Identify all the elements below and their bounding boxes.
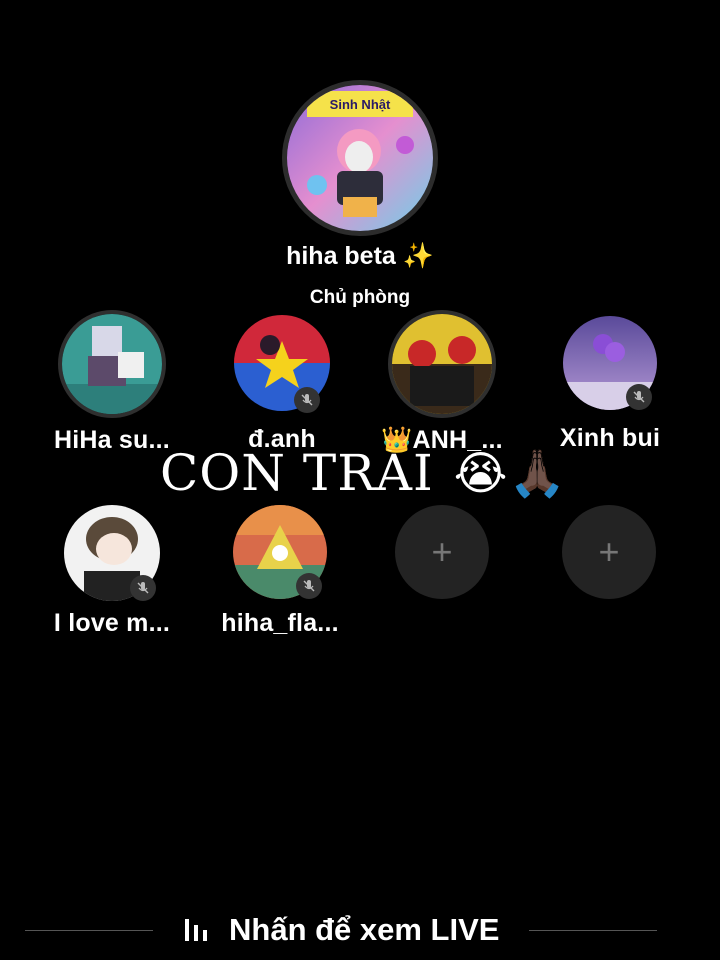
seat-avatar[interactable]	[388, 310, 496, 418]
host-name: hiha beta ✨	[286, 242, 434, 270]
seat-3[interactable]: 👑ANH_...	[372, 310, 512, 455]
plus-icon: +	[431, 531, 453, 572]
divider-left	[25, 929, 153, 931]
overlay-caption: CON TRAI 😭🙏🏿	[160, 444, 567, 502]
mic-off-icon	[130, 575, 156, 601]
host-seat[interactable]: Sinh Nhật hiha beta ✨ Chủ phòng	[280, 80, 440, 309]
overlay-caption-text: CON TRAI	[160, 444, 434, 502]
divider-right	[529, 929, 658, 931]
seat-6[interactable]: hiha_fla...	[210, 505, 350, 638]
seat-4[interactable]: Xinh bui	[540, 316, 680, 453]
watch-live-button[interactable]: Nhấn để xem LIVE	[183, 912, 499, 948]
seat-name: hiha_fla...	[221, 609, 339, 637]
watch-live-bar[interactable]: Nhấn để xem LIVE	[0, 912, 720, 948]
plus-icon: +	[598, 531, 620, 572]
seat-5[interactable]: I love m...	[42, 505, 182, 638]
seat-2[interactable]: đ.anh	[212, 315, 352, 454]
mic-off-icon	[626, 384, 652, 410]
host-avatar-banner: Sinh Nhật	[329, 97, 391, 112]
empty-seat-add[interactable]: +	[395, 505, 489, 599]
seat-name: Xinh bui	[559, 424, 661, 452]
mic-off-icon	[296, 573, 322, 599]
seat-avatar[interactable]	[58, 310, 166, 418]
audio-bars-icon	[185, 919, 207, 941]
mic-off-icon	[294, 387, 320, 413]
host-avatar[interactable]: Sinh Nhật	[282, 80, 438, 236]
empty-seat-add[interactable]: +	[562, 505, 656, 599]
seat-1[interactable]: HiHa su...	[42, 310, 182, 455]
seat-name: HiHa su...	[54, 426, 170, 454]
overlay-caption-emoji: 😭🙏🏿	[453, 445, 567, 500]
host-role: Chủ phòng	[309, 287, 411, 308]
seat-name: I love m...	[53, 609, 171, 637]
watch-live-label: Nhấn để xem LIVE	[229, 912, 500, 947]
